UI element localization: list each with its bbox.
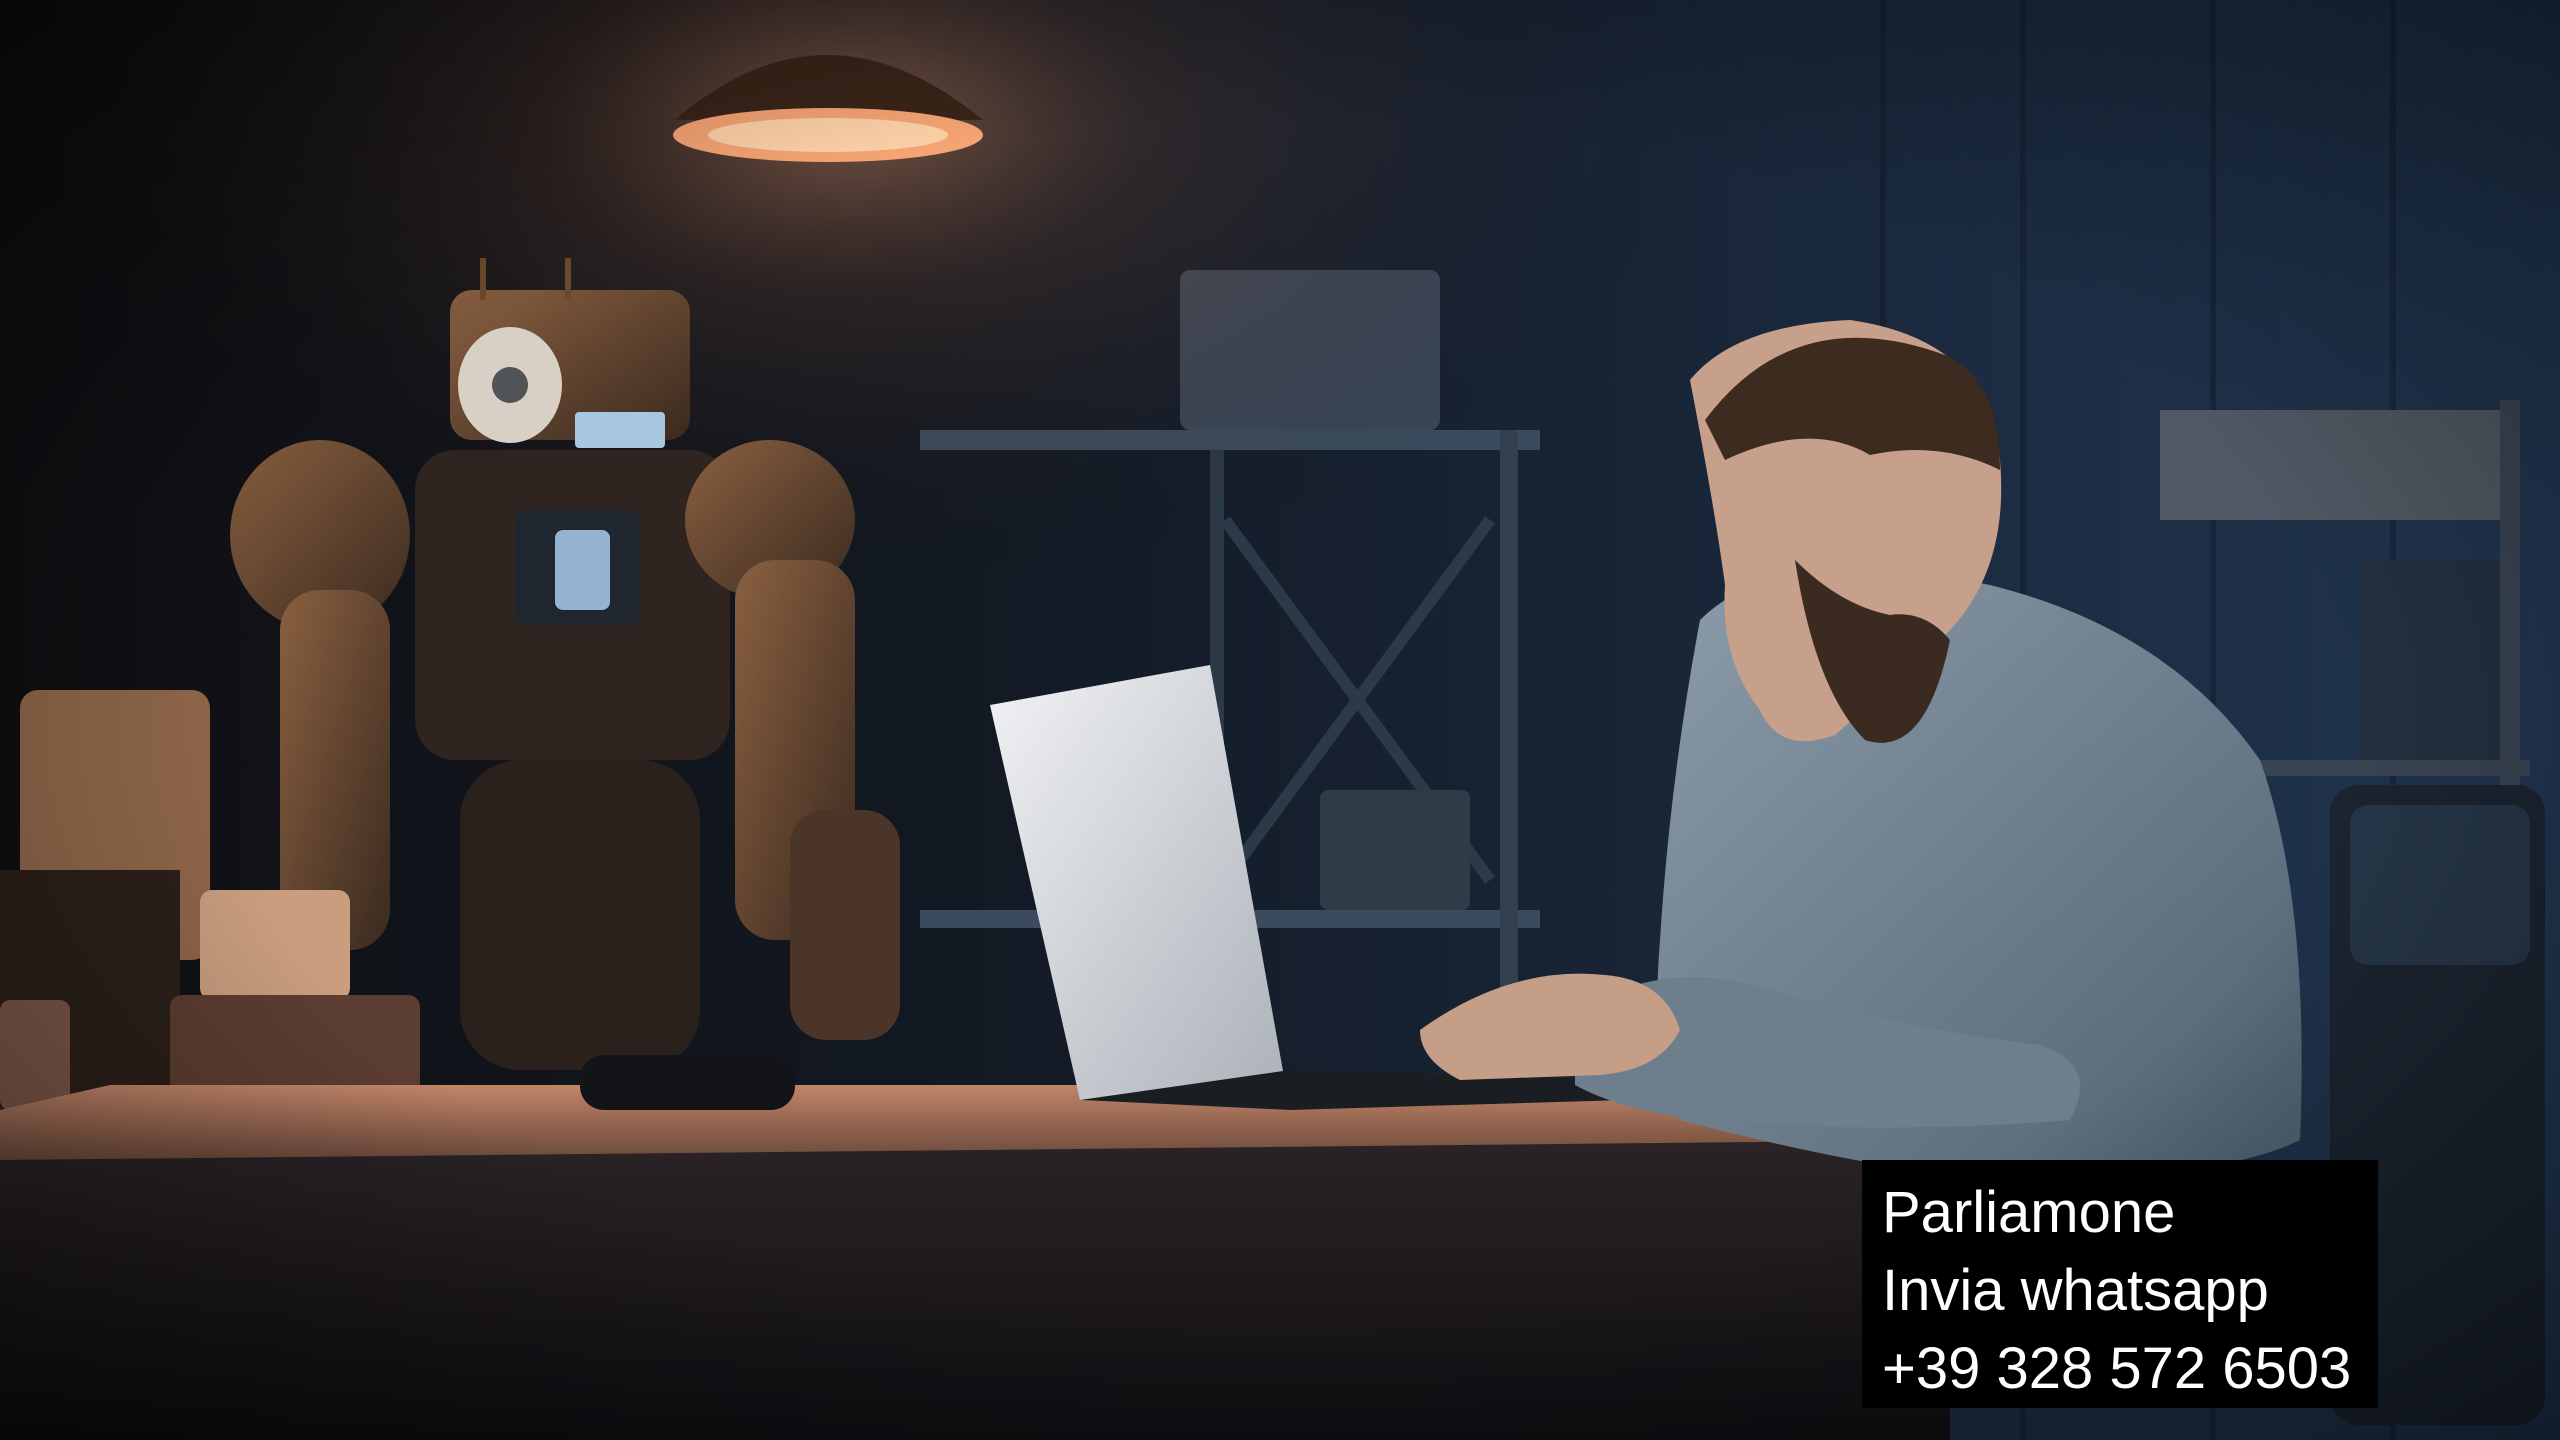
- caption-title: Parliamone: [1882, 1180, 2176, 1245]
- caption-phone-number: +39 328 572 6503: [1882, 1336, 2352, 1401]
- caption-whatsapp-text: Invia whatsapp: [1882, 1258, 2269, 1323]
- contact-caption-box: Parliamone Invia whatsapp +39 328 572 65…: [1862, 1160, 2378, 1408]
